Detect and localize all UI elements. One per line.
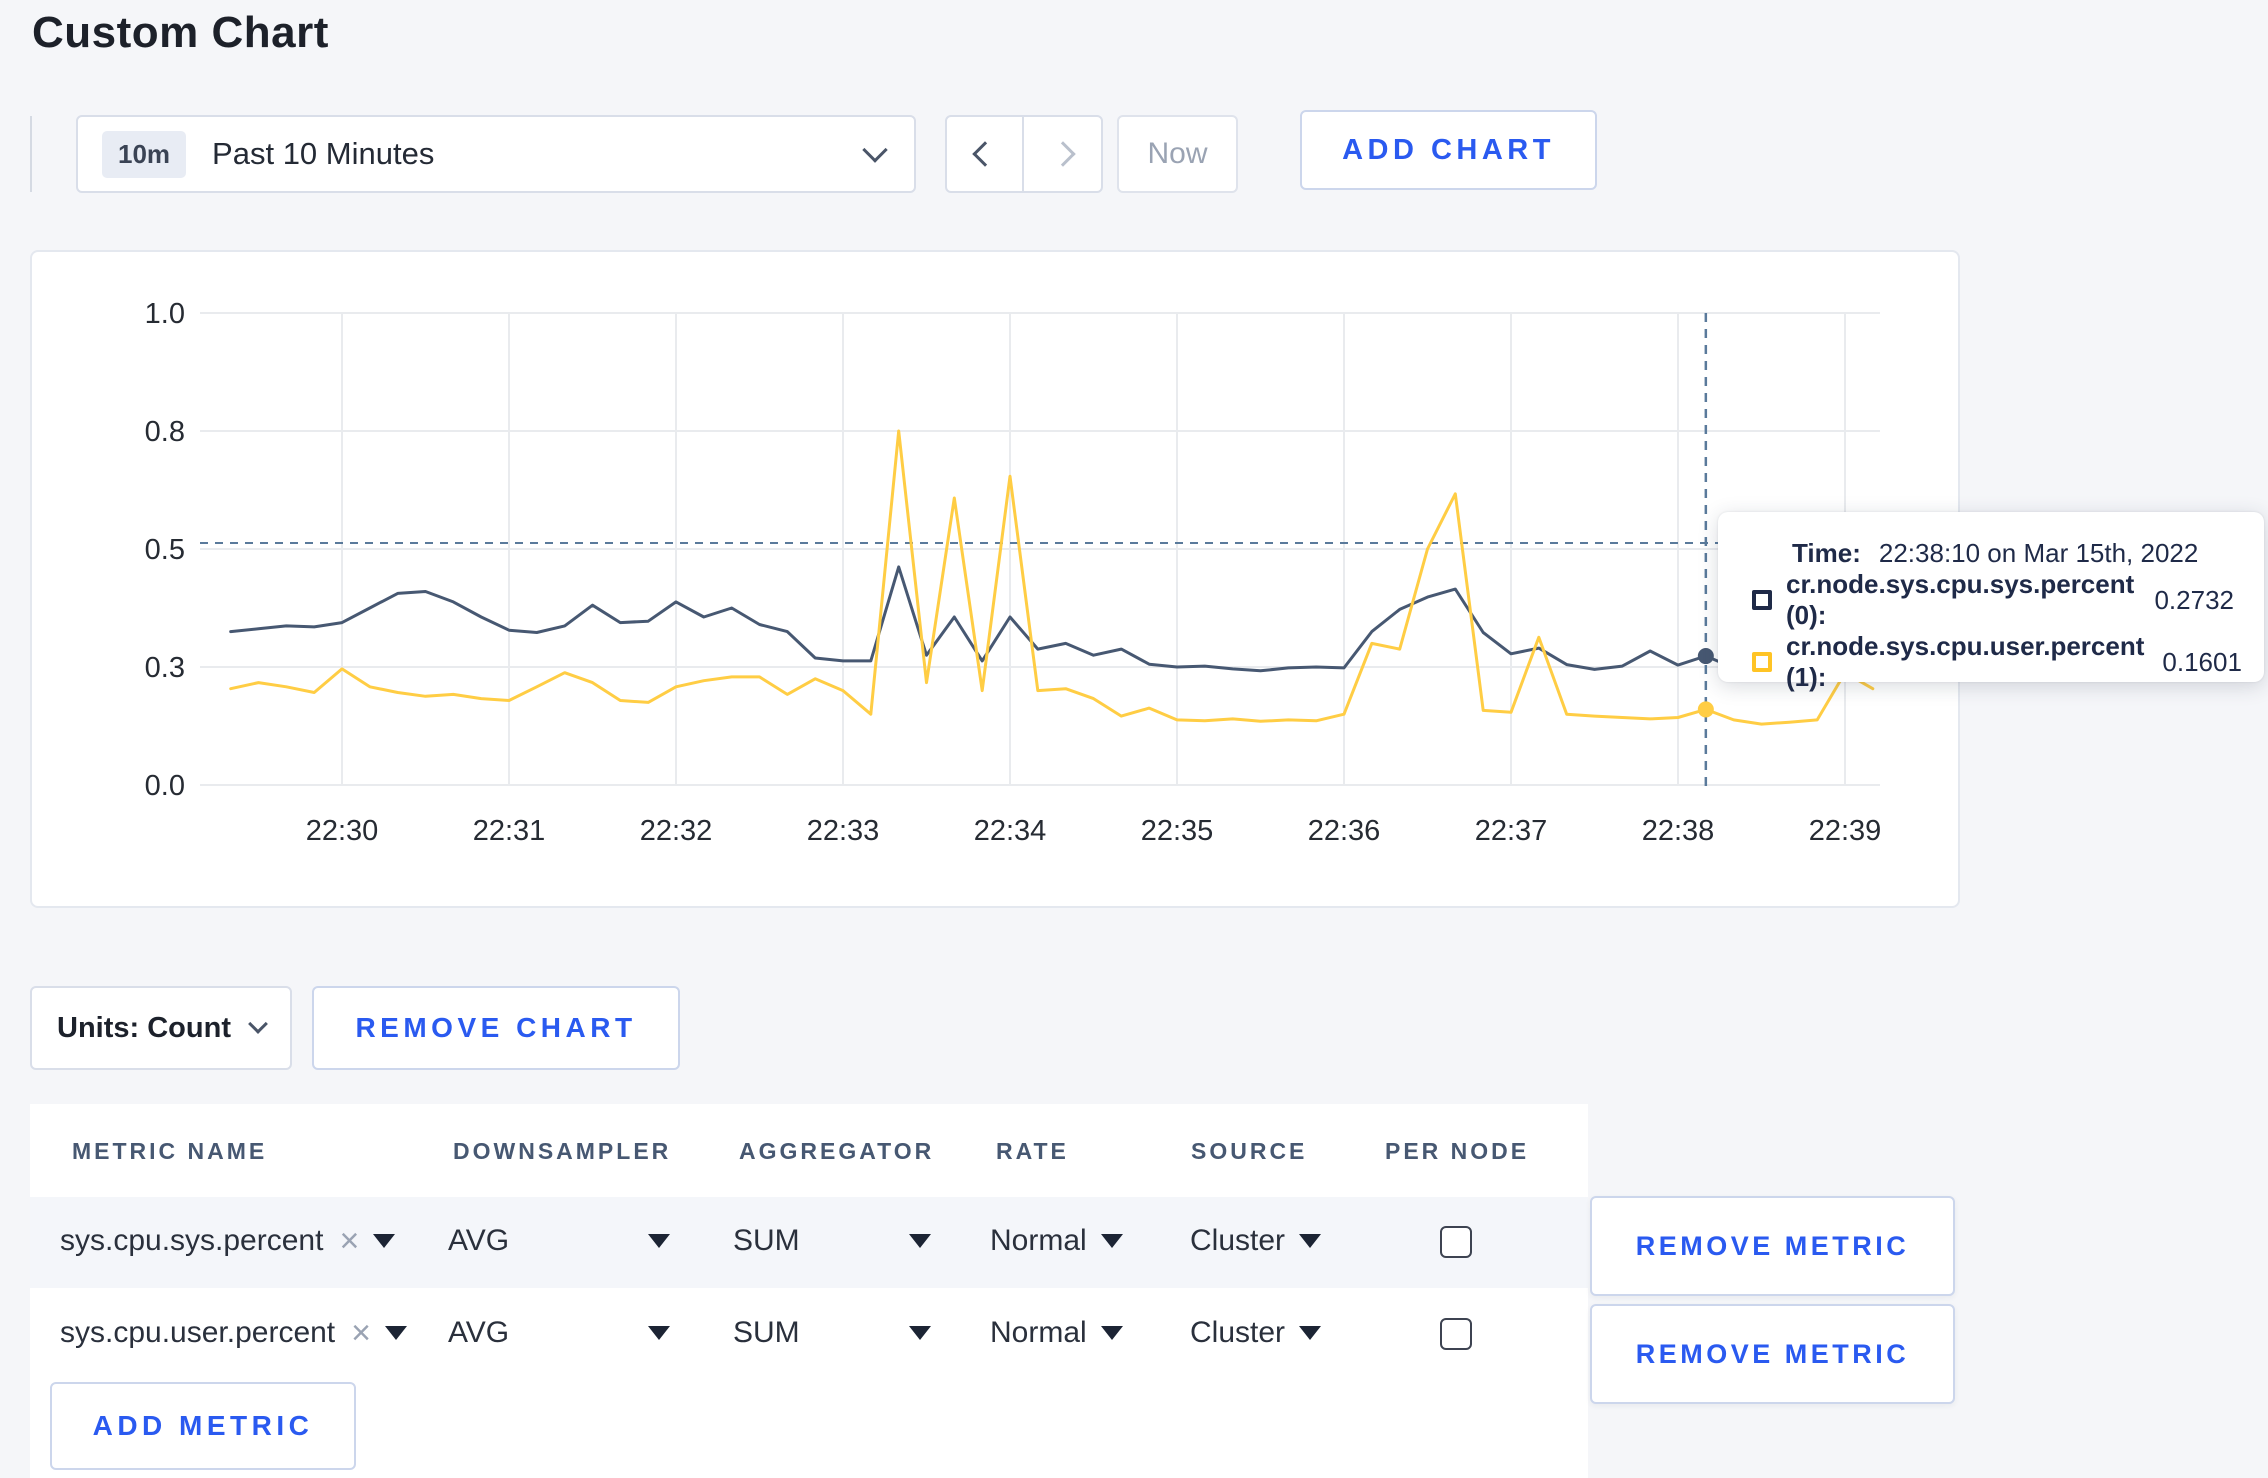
chart-card: 1.0 0.8 0.5 0.3 0.0 22:30 22:31 22:32 22:33 22:34… <box>30 250 1960 908</box>
tooltip-series-value: 0.1601 <box>2162 646 2242 677</box>
caret-down-icon <box>909 1234 931 1248</box>
tooltip-time-label: Time: <box>1792 538 1861 568</box>
metric-name-value: sys.cpu.user.percent <box>60 1316 336 1349</box>
aggregator-value: SUM <box>733 1316 800 1349</box>
col-header-aggregator: AGGREGATOR <box>739 1138 935 1164</box>
add-metric-button[interactable]: ADD METRIC <box>50 1382 356 1470</box>
metric-name-select[interactable]: sys.cpu.sys.percent × <box>60 1224 396 1258</box>
source-select[interactable]: Cluster <box>1190 1224 1322 1258</box>
caret-down-icon <box>1100 1326 1123 1340</box>
x-tick-label: 22:31 <box>473 815 546 847</box>
downsampler-select[interactable]: AVG <box>448 1224 670 1258</box>
add-chart-button[interactable]: ADD CHART <box>1300 110 1597 190</box>
caret-down-icon <box>373 1234 396 1248</box>
caret-down-icon <box>909 1326 931 1340</box>
source-value: Cluster <box>1190 1316 1286 1349</box>
clear-metric-icon[interactable]: × <box>351 1316 371 1350</box>
user-percent-swatch-icon <box>1752 652 1772 672</box>
x-tick-label: 22:39 <box>1809 815 1882 847</box>
y-tick-label: 0.3 <box>145 652 185 684</box>
aggregator-select[interactable]: SUM <box>733 1316 931 1350</box>
caret-down-icon <box>385 1326 408 1340</box>
caret-down-icon <box>648 1326 670 1340</box>
y-tick-label: 0.0 <box>145 770 185 802</box>
sys-percent-swatch-icon <box>1752 590 1772 610</box>
caret-down-icon <box>1299 1234 1322 1248</box>
tooltip-series-name: cr.node.sys.cpu.user.percent (1): <box>1786 631 2145 692</box>
page-title: Custom Chart <box>32 8 329 57</box>
downsampler-select[interactable]: AVG <box>448 1316 670 1350</box>
metric-name-select[interactable]: sys.cpu.user.percent × <box>60 1316 408 1350</box>
tooltip-series-value: 0.2732 <box>2154 584 2234 615</box>
rate-select[interactable]: Normal <box>990 1316 1123 1350</box>
tooltip-time-row: Time: 22:38:10 on Mar 15th, 2022 <box>1752 538 2234 569</box>
caret-down-icon <box>1100 1234 1123 1248</box>
toolbar-divider <box>30 116 32 192</box>
downsampler-value: AVG <box>448 1224 510 1257</box>
col-header-source: SOURCE <box>1191 1138 1308 1164</box>
x-tick-label: 22:35 <box>1141 815 1214 847</box>
y-tick-label: 0.5 <box>145 534 185 566</box>
now-button[interactable]: Now <box>1117 115 1238 193</box>
chevron-right-icon <box>1049 141 1076 167</box>
col-header-metric-name: METRIC NAME <box>72 1138 268 1164</box>
col-header-rate: RATE <box>996 1138 1069 1164</box>
aggregator-value: SUM <box>733 1224 800 1257</box>
tooltip-series-name: cr.node.sys.cpu.sys.percent (0): <box>1786 569 2135 630</box>
remove-metric-button[interactable]: REMOVE METRIC <box>1590 1304 1955 1404</box>
chevron-down-icon <box>248 1014 268 1034</box>
time-window-badge: 10m <box>102 130 187 178</box>
clear-metric-icon[interactable]: × <box>339 1224 359 1258</box>
remove-chart-button[interactable]: REMOVE CHART <box>312 986 680 1070</box>
source-value: Cluster <box>1190 1224 1286 1257</box>
chevron-down-icon <box>862 137 888 163</box>
x-tick-label: 22:38 <box>1642 815 1715 847</box>
remove-metric-button[interactable]: REMOVE METRIC <box>1590 1196 1955 1296</box>
col-header-per-node: PER NODE <box>1385 1138 1530 1164</box>
time-nav-group <box>945 115 1103 193</box>
x-tick-label: 22:36 <box>1308 815 1381 847</box>
hover-point-cr.node.sys.cpu.user.percent <box>1697 701 1714 718</box>
rate-value: Normal <box>990 1224 1087 1257</box>
col-header-downsampler: DOWNSAMPLER <box>453 1138 672 1164</box>
x-tick-label: 22:32 <box>640 815 713 847</box>
per-node-checkbox[interactable] <box>1440 1226 1472 1258</box>
x-tick-label: 22:30 <box>306 815 379 847</box>
time-back-button[interactable] <box>947 117 1024 191</box>
caret-down-icon <box>648 1234 670 1248</box>
x-tick-label: 22:37 <box>1475 815 1548 847</box>
rate-value: Normal <box>990 1316 1087 1349</box>
time-window-select[interactable]: 10m Past 10 Minutes <box>76 115 916 193</box>
metric-name-value: sys.cpu.sys.percent <box>60 1224 324 1257</box>
timeseries-chart[interactable]: 1.0 0.8 0.5 0.3 0.0 22:30 22:31 22:32 22:33 22:34… <box>30 250 1960 908</box>
aggregator-select[interactable]: SUM <box>733 1224 931 1258</box>
series-line-cr.node.sys.cpu.sys.percent <box>229 565 1875 673</box>
source-select[interactable]: Cluster <box>1190 1316 1322 1350</box>
downsampler-value: AVG <box>448 1316 510 1349</box>
x-tick-label: 22:33 <box>807 815 880 847</box>
tooltip-time-value: 22:38:10 on Mar 15th, 2022 <box>1878 538 2199 568</box>
hover-point-cr.node.sys.cpu.sys.percent <box>1697 648 1714 665</box>
per-node-checkbox[interactable] <box>1440 1318 1472 1350</box>
series-line-cr.node.sys.cpu.user.percent <box>229 429 1875 726</box>
time-forward-button[interactable] <box>1024 117 1101 191</box>
chevron-left-icon <box>971 141 998 167</box>
tooltip-series-row: cr.node.sys.cpu.user.percent (1): 0.1601 <box>1752 631 2242 693</box>
chart-tooltip: Time: 22:38:10 on Mar 15th, 2022 cr.node… <box>1718 512 2264 692</box>
y-tick-label: 0.8 <box>145 416 185 448</box>
rate-select[interactable]: Normal <box>990 1224 1123 1258</box>
time-window-label: Past 10 Minutes <box>212 136 435 171</box>
x-tick-label: 22:34 <box>974 815 1047 847</box>
units-select[interactable]: Units: Count <box>30 986 292 1070</box>
tooltip-series-row: cr.node.sys.cpu.sys.percent (0): 0.2732 <box>1752 569 2234 631</box>
units-label: Units: Count <box>57 1011 231 1044</box>
caret-down-icon <box>1299 1326 1322 1340</box>
y-tick-label: 1.0 <box>145 298 185 330</box>
